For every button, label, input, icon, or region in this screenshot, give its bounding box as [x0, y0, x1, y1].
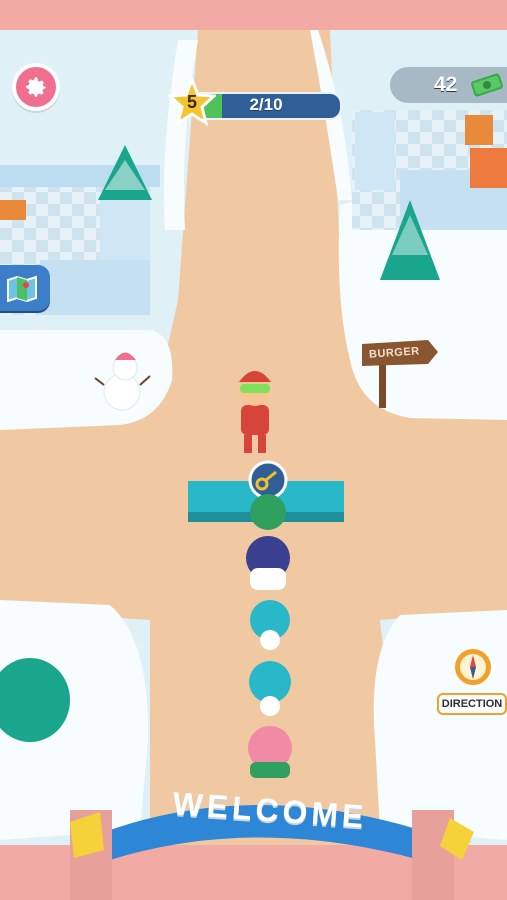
cash-amount: 42 — [434, 73, 458, 96]
ice-building-right — [352, 110, 507, 230]
key-marker — [248, 460, 288, 500]
customer-1 — [250, 494, 286, 530]
game-scene — [0, 0, 507, 900]
snow-bank-right-top — [338, 200, 507, 420]
direction-label: DIRECTION — [437, 693, 507, 715]
map-button[interactable] — [0, 265, 50, 311]
map-icon — [7, 275, 37, 302]
gear-icon — [26, 77, 46, 97]
compass-icon — [452, 646, 494, 688]
top-boundary-wall — [0, 0, 507, 30]
cash-icon — [471, 73, 503, 97]
cash-counter: 42 — [390, 67, 507, 103]
direction-button[interactable]: DIRECTION — [437, 646, 507, 716]
level-number: 5 — [186, 92, 197, 112]
settings-button[interactable] — [12, 63, 60, 111]
level-progress: 2/10 5 — [168, 78, 342, 126]
